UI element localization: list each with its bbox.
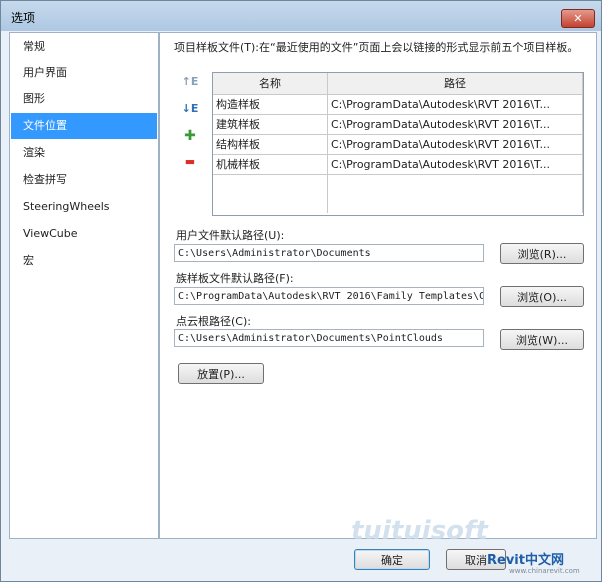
window-title: 选项	[11, 11, 36, 25]
family-path-label: 族样板文件默认路径(F):	[176, 272, 294, 285]
user-path-label: 用户文件默认路径(U):	[176, 229, 285, 242]
browse-family-path-button[interactable]: 浏览(O)...	[500, 286, 584, 307]
move-up-icon[interactable]: ↑E	[180, 75, 200, 93]
close-button[interactable]: ✕	[561, 9, 595, 28]
table-row-name[interactable]: 构造样板	[213, 95, 328, 115]
table-empty-row[interactable]	[213, 175, 328, 213]
header-name[interactable]: 名称	[213, 73, 328, 95]
table-empty-row[interactable]	[328, 175, 583, 213]
family-path-field[interactable]: C:\ProgramData\Autodesk\RVT 2016\Family …	[174, 287, 484, 305]
table-row-path[interactable]: C:\ProgramData\Autodesk\RVT 2016\T...	[328, 115, 583, 135]
table-row-name[interactable]: 建筑样板	[213, 115, 328, 135]
sidebar-item-macros[interactable]: 宏	[11, 248, 157, 274]
browse-cloud-path-button[interactable]: 浏览(W)...	[500, 329, 584, 350]
brand-url: www.chinarevit.com	[509, 567, 580, 575]
user-path-field[interactable]: C:\Users\Administrator\Documents	[174, 244, 484, 262]
templates-table: 名称 路径 构造样板 C:\ProgramData\Autodesk\RVT 2…	[212, 72, 584, 216]
brand-logo: Revit中文网	[487, 553, 564, 568]
table-row-path[interactable]: C:\ProgramData\Autodesk\RVT 2016\T...	[328, 135, 583, 155]
add-icon[interactable]: ✚	[180, 128, 200, 146]
header-path[interactable]: 路径	[328, 73, 583, 95]
watermark-logo: tuituisoft	[351, 516, 488, 546]
ok-button[interactable]: 确定	[354, 549, 430, 570]
sidebar-item-graphics[interactable]: 图形	[11, 86, 157, 112]
browse-user-path-button[interactable]: 浏览(R)...	[500, 243, 584, 264]
sidebar-item-rendering[interactable]: 渲染	[11, 140, 157, 166]
table-row-path[interactable]: C:\ProgramData\Autodesk\RVT 2016\T...	[328, 155, 583, 175]
file-locations-panel: 项目样板文件(T):在“最近使用的文件”页面上会以链接的形式显示前五个项目样板。…	[159, 32, 597, 539]
remove-icon[interactable]: ▬	[180, 155, 200, 173]
table-row-name[interactable]: 结构样板	[213, 135, 328, 155]
cloud-path-field[interactable]: C:\Users\Administrator\Documents\PointCl…	[174, 329, 484, 347]
places-button[interactable]: 放置(P)...	[178, 363, 264, 384]
sidebar: 常规 用户界面 图形 文件位置 渲染 检查拼写 SteeringWheels V…	[9, 32, 159, 539]
sidebar-item-steeringwheels[interactable]: SteeringWheels	[11, 194, 157, 220]
sidebar-item-file-locations[interactable]: 文件位置	[11, 113, 157, 139]
sidebar-item-viewcube[interactable]: ViewCube	[11, 221, 157, 247]
project-templates-description: 项目样板文件(T):在“最近使用的文件”页面上会以链接的形式显示前五个项目样板。	[174, 41, 579, 54]
title-bar[interactable]: 选项 ✕	[1, 1, 601, 31]
sidebar-item-general[interactable]: 常规	[11, 34, 157, 60]
sidebar-item-check-spelling[interactable]: 检查拼写	[11, 167, 157, 193]
options-dialog: 选项 ✕ 常规 用户界面 图形 文件位置 渲染 检查拼写 SteeringWhe…	[0, 0, 602, 582]
sidebar-item-user-interface[interactable]: 用户界面	[11, 60, 157, 86]
table-row-name[interactable]: 机械样板	[213, 155, 328, 175]
cloud-path-label: 点云根路径(C):	[176, 315, 251, 328]
move-down-icon[interactable]: ↓E	[180, 102, 200, 120]
table-row-path[interactable]: C:\ProgramData\Autodesk\RVT 2016\T...	[328, 95, 583, 115]
